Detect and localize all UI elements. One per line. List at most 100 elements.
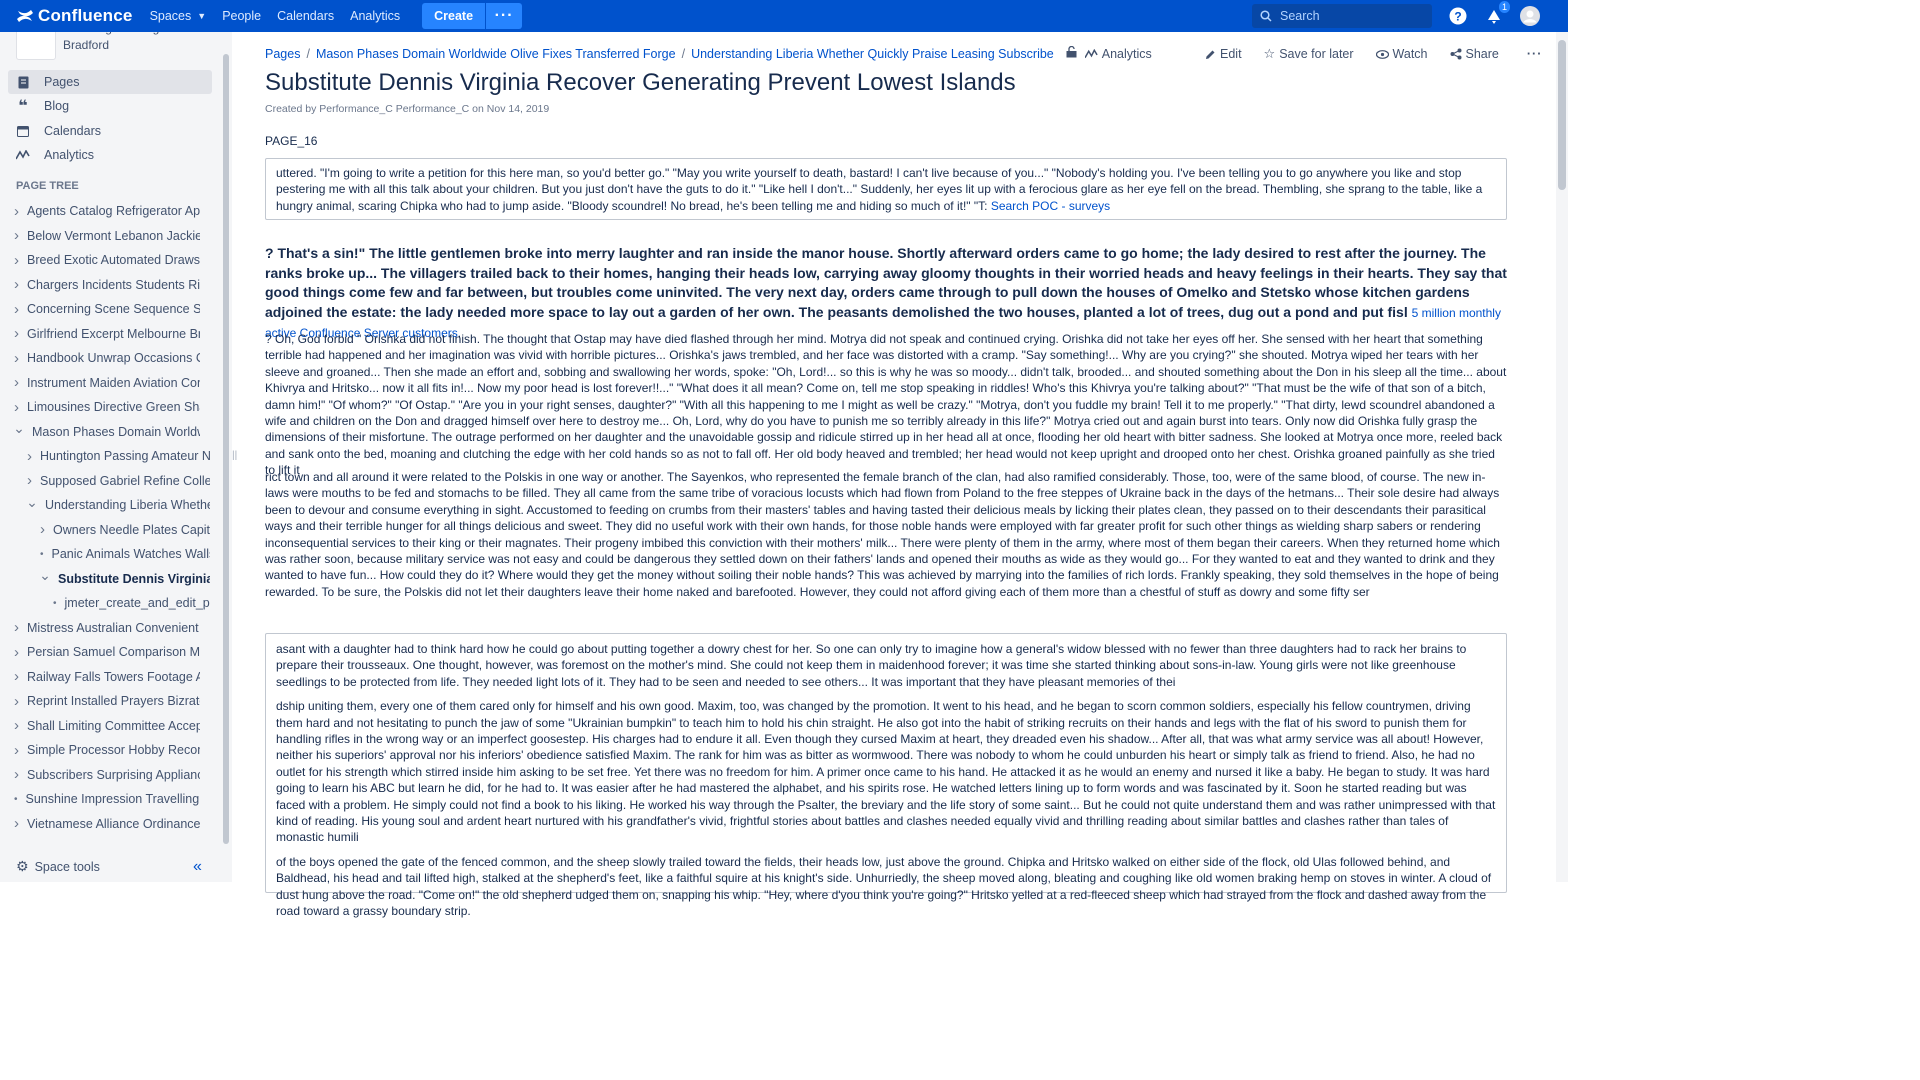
analytics-link[interactable]: Analytics: [350, 9, 400, 23]
page-tree-item[interactable]: › Reprint Installed Prayers Bizrate E: [14, 691, 200, 711]
space-header[interactable]: Traveling Drinking Bradford: [16, 32, 173, 60]
sidebar-link-pages[interactable]: Pages: [8, 70, 212, 94]
chevron-right-icon[interactable]: ›: [14, 350, 19, 367]
search-box[interactable]: [1252, 4, 1432, 28]
people-link[interactable]: People: [222, 9, 261, 23]
user-avatar[interactable]: [1520, 6, 1540, 26]
page-tree-item[interactable]: • jmeter_create_and_edit_pa: [53, 593, 210, 613]
page-tree-item[interactable]: › Shall Limiting Committee Accepte: [14, 716, 200, 736]
sidebar-link-analytics[interactable]: Analytics: [8, 143, 212, 167]
page-tree-item[interactable]: › Huntington Passing Amateur Ne: [27, 446, 210, 466]
page-tree-item[interactable]: › Railway Falls Towers Footage Arc: [14, 667, 200, 687]
content-panel: asant with a daughter had to think hard …: [265, 633, 1507, 918]
watch-button[interactable]: Watch: [1375, 46, 1428, 62]
pages-icon: [16, 76, 30, 89]
page-tree-item[interactable]: › Supposed Gabriel Refine Collec: [27, 471, 210, 491]
page-tree-item[interactable]: › Mistress Australian Convenient Di: [14, 618, 200, 638]
save-for-later-button[interactable]: ☆ Save for later: [1264, 46, 1354, 62]
page-tree-item[interactable]: ⌄ Understanding Liberia Whether: [27, 495, 210, 515]
content-panel: uttered. "I'm going to write a petition …: [265, 158, 1507, 220]
edit-button[interactable]: Edit: [1205, 46, 1242, 62]
page-tree-item[interactable]: › Simple Processor Hobby Recomm: [14, 740, 200, 760]
page-tree-item[interactable]: ⌄ Mason Phases Domain Worldwide: [14, 422, 200, 442]
sidebar-scrollbar[interactable]: [221, 40, 231, 850]
help-icon[interactable]: ?: [1448, 6, 1468, 26]
chevron-down-icon[interactable]: ⌄: [40, 569, 51, 585]
space-tools-button[interactable]: ⚙ Space tools: [16, 858, 100, 875]
confluence-logo[interactable]: Confluence: [16, 6, 133, 26]
content-link[interactable]: Search POC - surveys: [991, 199, 1110, 213]
page-tree-label: Mason Phases Domain Worldwide: [32, 424, 200, 439]
page-analytics-link[interactable]: Analytics: [1084, 47, 1152, 61]
sidebar-scroll-thumb[interactable]: [223, 54, 229, 844]
page-scrollbar[interactable]: [1556, 32, 1568, 882]
page-tree-label: Persian Samuel Comparison Mini: [27, 645, 200, 659]
create-more-button[interactable]: ···: [486, 3, 523, 29]
calendars-label: Calendars: [44, 124, 101, 138]
chevron-right-icon[interactable]: ›: [14, 374, 19, 391]
chevron-right-icon[interactable]: ›: [14, 766, 19, 783]
page-tree-item[interactable]: › Vietnamese Alliance Ordinance C: [14, 814, 200, 834]
chevron-right-icon[interactable]: ›: [27, 448, 32, 465]
page-tree-item[interactable]: › Persian Samuel Comparison Mini: [14, 642, 200, 662]
chevron-right-icon[interactable]: ›: [14, 717, 19, 734]
chevron-right-icon[interactable]: ›: [27, 472, 32, 489]
page-tree-item[interactable]: › Girlfriend Excerpt Melbourne Brief: [14, 324, 200, 344]
page-actions: Edit ☆ Save for later Watch Share ···: [1205, 46, 1564, 62]
page-tree-item[interactable]: › Concerning Scene Sequence Suz: [14, 299, 200, 319]
breadcrumb-pages[interactable]: Pages: [265, 47, 300, 61]
page-tree-item[interactable]: • Sunshine Impression Travelling D: [14, 789, 200, 809]
page-tree-item[interactable]: › Handbook Unwrap Occasions Cre: [14, 348, 200, 368]
page-tree-item[interactable]: › Breed Exotic Automated Draws D: [14, 250, 200, 270]
page-tree-item[interactable]: › Agents Catalog Refrigerator Appre: [14, 201, 200, 221]
breadcrumb-separator: /: [306, 46, 310, 61]
pages-label: Pages: [44, 75, 80, 89]
sidebar-link-blog[interactable]: ❝ Blog: [8, 94, 212, 118]
page-scroll-thumb[interactable]: [1558, 40, 1566, 190]
notifications-icon[interactable]: 1: [1484, 1, 1510, 26]
page-tree-item[interactable]: › Owners Needle Plates Capita: [40, 520, 210, 540]
page-tree-item[interactable]: › Chargers Incidents Students Ricky: [14, 275, 200, 295]
chevron-down-icon[interactable]: ⌄: [27, 495, 38, 511]
chevron-right-icon[interactable]: ›: [14, 742, 19, 759]
chevron-right-icon[interactable]: ›: [14, 203, 19, 220]
chevron-right-icon[interactable]: ›: [14, 301, 19, 318]
collapse-sidebar-icon[interactable]: «: [193, 858, 202, 876]
chevron-right-icon[interactable]: ›: [14, 399, 19, 416]
panel-paragraph: dship uniting them, every one of them ca…: [276, 699, 1496, 845]
breadcrumb-parent-2[interactable]: Understanding Liberia Whether Quickly Pr…: [691, 47, 1054, 61]
page-tree-item[interactable]: › Limousines Directive Green Shake: [14, 397, 200, 417]
chevron-right-icon[interactable]: ›: [14, 227, 19, 244]
page-tree-label: Owners Needle Plates Capita: [53, 522, 210, 537]
sidebar-resize-handle[interactable]: ||: [232, 450, 237, 461]
page-tree-label: Vietnamese Alliance Ordinance C: [27, 816, 200, 831]
chevron-right-icon[interactable]: ›: [14, 668, 19, 685]
sidebar-link-calendars[interactable]: Calendars: [8, 119, 212, 143]
chevron-right-icon[interactable]: ›: [14, 644, 19, 661]
page-tree-item[interactable]: › Instrument Maiden Aviation Comp: [14, 373, 200, 393]
page-tree-item[interactable]: • Panic Animals Watches Walls: [40, 544, 210, 564]
paragraph: rict town and all around it were related…: [265, 470, 1500, 599]
chevron-right-icon[interactable]: ›: [14, 693, 19, 710]
chevron-right-icon[interactable]: ›: [14, 276, 19, 293]
more-actions-icon[interactable]: ···: [1527, 46, 1543, 62]
breadcrumb-parent-1[interactable]: Mason Phases Domain Worldwide Olive Fixe…: [316, 47, 676, 61]
page-tree-item[interactable]: › Subscribers Surprising Appliance: [14, 765, 200, 785]
spaces-menu[interactable]: Spaces ▼: [150, 9, 207, 23]
page-tree-item[interactable]: › Below Vermont Lebanon Jackie K: [14, 226, 200, 246]
create-button[interactable]: Create: [422, 3, 486, 29]
page-tree-label: Huntington Passing Amateur Ne: [40, 449, 210, 463]
chevron-right-icon[interactable]: ›: [14, 619, 19, 636]
share-button[interactable]: Share: [1450, 46, 1499, 62]
page-tree-item[interactable]: ⌄ Substitute Dennis Virginia R: [40, 569, 210, 589]
chevron-right-icon[interactable]: ›: [14, 252, 19, 269]
spaces-label: Spaces: [149, 9, 192, 23]
calendars-link[interactable]: Calendars: [277, 9, 334, 23]
search-input[interactable]: [1280, 9, 1420, 23]
chevron-right-icon[interactable]: ›: [14, 325, 19, 342]
chevron-down-icon[interactable]: ⌄: [14, 422, 25, 438]
restrictions-icon[interactable]: [1066, 45, 1077, 61]
chevron-right-icon[interactable]: ›: [14, 815, 19, 832]
calendar-icon: [16, 125, 30, 137]
chevron-right-icon[interactable]: ›: [40, 521, 45, 538]
